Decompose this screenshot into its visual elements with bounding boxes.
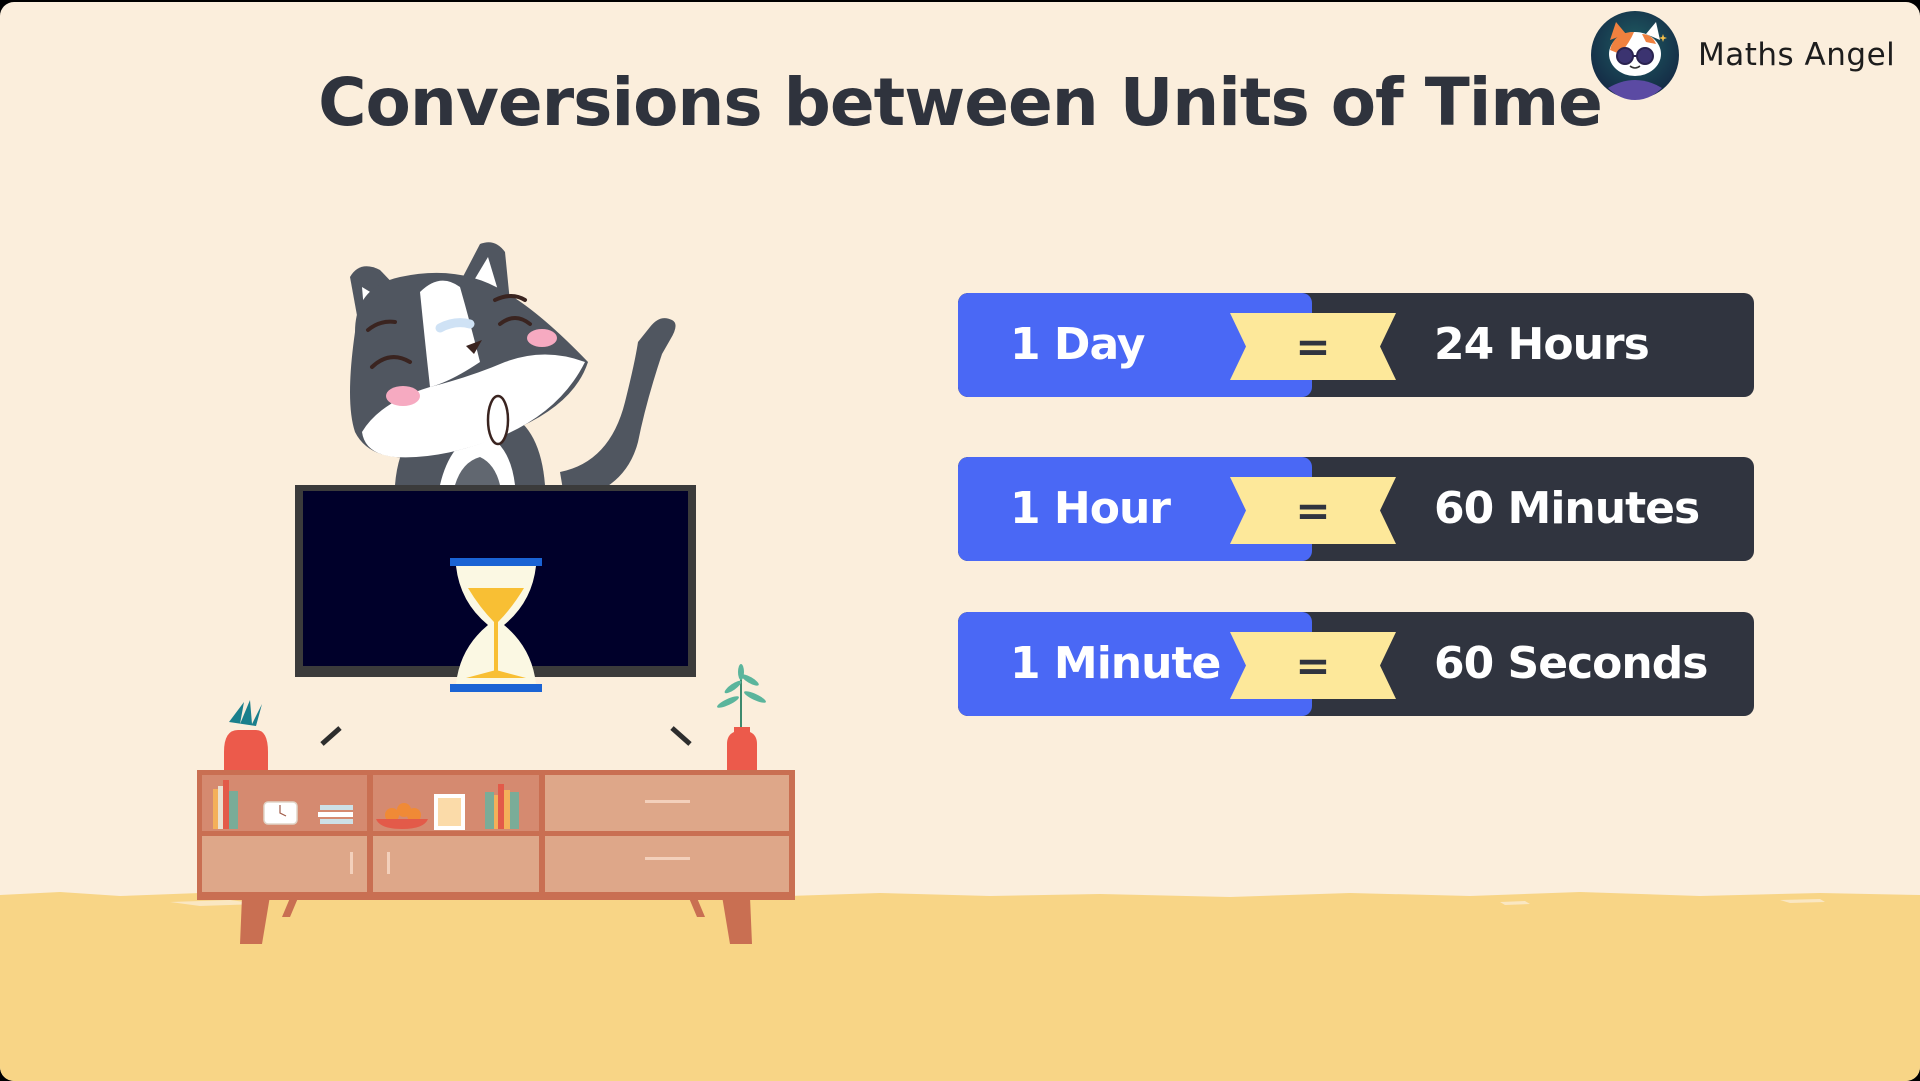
- vase-left: [224, 730, 268, 772]
- conversion-card: 1 Day = 24 Hours: [958, 293, 1754, 397]
- equals-sign: =: [1295, 486, 1331, 535]
- vase-right: [727, 727, 757, 772]
- equals-sign: =: [1295, 322, 1331, 371]
- conversion-lhs: 1 Day: [1010, 319, 1145, 370]
- illustration: [197, 242, 795, 944]
- conversion-card: 1 Hour = 60 Minutes: [958, 457, 1754, 561]
- waving-grey-cat-icon: [350, 242, 676, 502]
- brand[interactable]: Maths Angel: [1590, 9, 1895, 101]
- conversion-rhs: 60 Minutes: [1434, 483, 1700, 534]
- conversion-rhs: 60 Seconds: [1434, 638, 1708, 689]
- brand-name: Maths Angel: [1698, 37, 1896, 73]
- equals-sign: =: [1295, 641, 1331, 690]
- conversion-rhs: 24 Hours: [1434, 319, 1650, 370]
- equals-badge: =: [1228, 632, 1398, 699]
- plant-vase-right: [717, 664, 766, 732]
- tv-cabinet-icon: [197, 770, 795, 944]
- conversion-card: 1 Minute = 60 Seconds: [958, 612, 1754, 716]
- equals-badge: =: [1228, 477, 1398, 544]
- slide: Conversions between Units of Time Maths …: [0, 2, 1920, 1081]
- equals-badge: =: [1228, 313, 1398, 380]
- conversion-lhs: 1 Hour: [1010, 483, 1171, 534]
- plant-vase-left: [229, 700, 262, 726]
- tv: [295, 485, 696, 746]
- cat-with-sunglasses-avatar-icon: [1591, 11, 1679, 100]
- conversion-lhs: 1 Minute: [1010, 638, 1221, 689]
